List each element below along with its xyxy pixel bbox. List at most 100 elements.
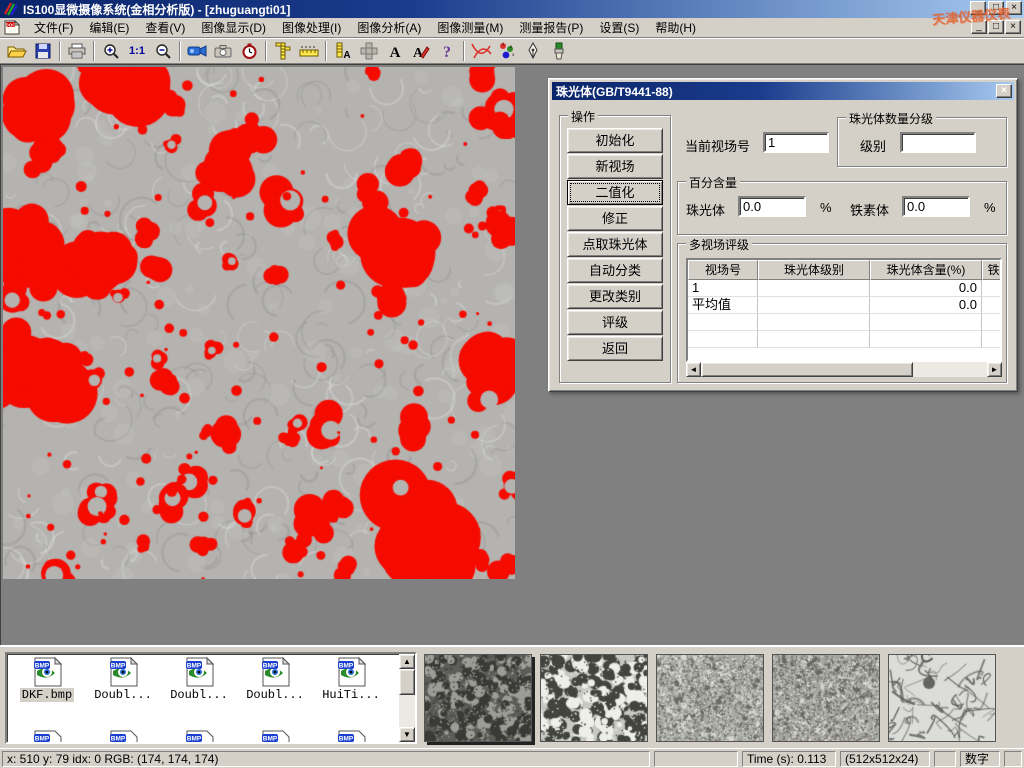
micrograph-image-binarized[interactable] (3, 67, 515, 579)
menu-file[interactable]: 文件(F) (26, 17, 81, 38)
pearlite-percent-input[interactable]: 0.0 (738, 196, 806, 217)
mdi-close-button[interactable]: × (1005, 20, 1021, 34)
bmp-file-icon: BMP (183, 657, 215, 687)
edit-annotation-icon[interactable]: A (408, 40, 434, 62)
dialog-title: 珠光体(GB/T9441-88) (556, 83, 673, 100)
pen-tool-icon[interactable] (520, 40, 546, 62)
caliper-icon[interactable] (270, 40, 296, 62)
zoom-in-icon[interactable] (98, 40, 124, 62)
thumbnail-micrograph-2[interactable] (540, 654, 648, 742)
menu-view[interactable]: 查看(V) (137, 17, 193, 38)
status-empty-panel (934, 751, 956, 767)
correct-button[interactable]: 修正 (567, 206, 663, 231)
scroll-up-icon[interactable]: ▲ (399, 654, 415, 669)
file-name[interactable]: DKF.bmp (20, 688, 74, 702)
file-item[interactable]: BMP (11, 730, 83, 744)
dialog-close-button[interactable]: × (996, 84, 1012, 98)
menu-settings[interactable]: 设置(S) (591, 17, 647, 38)
menu-image-display[interactable]: 图像显示(D) (193, 17, 274, 38)
dialog-title-bar[interactable]: 珠光体(GB/T9441-88) × (552, 82, 1014, 100)
new-field-button[interactable]: 新视场 (567, 154, 663, 179)
scrollbar-thumb[interactable] (399, 669, 415, 695)
ferrite-label: 铁素体 (850, 200, 889, 219)
col-pearlite-content[interactable]: 珠光体含量(%) (870, 260, 982, 280)
initialize-button[interactable]: 初始化 (567, 128, 663, 153)
thumbnail-micrograph-1[interactable] (424, 654, 532, 742)
file-item[interactable]: BMP Doubl... (239, 657, 311, 702)
menu-image-processing[interactable]: 图像处理(I) (274, 17, 349, 38)
file-item[interactable]: BMP (87, 730, 159, 744)
file-name[interactable]: Doubl... (244, 688, 306, 702)
ruler-icon[interactable] (296, 40, 322, 62)
menu-image-measure[interactable]: 图像测量(M) (429, 17, 511, 38)
menu-edit[interactable]: 编辑(E) (81, 17, 137, 38)
table-horizontal-scrollbar[interactable]: ◄ ► (686, 362, 1002, 377)
scroll-down-icon[interactable]: ▼ (399, 727, 415, 742)
scroll-right-icon[interactable]: ► (987, 362, 1002, 377)
toolbar-separator (463, 41, 465, 61)
file-name[interactable]: HuiTi... (320, 688, 382, 702)
return-button[interactable]: 返回 (567, 336, 663, 361)
col-pearlite-level[interactable]: 珠光体级别 (758, 260, 870, 280)
file-list[interactable]: BMP DKF.bmp BMP Doubl... BMP Doubl... BM… (5, 652, 417, 744)
percent-group: 百分含量 珠光体 0.0 % 铁素体 0.0 % (677, 181, 1007, 235)
pick-pearlite-button[interactable]: 点取珠光体 (567, 232, 663, 257)
menu-help[interactable]: 帮助(H) (647, 17, 704, 38)
measure-label-icon[interactable]: A (330, 40, 356, 62)
ferrite-percent-input[interactable]: 0.0 (902, 196, 970, 217)
col-ferrite-content[interactable]: 铁素体含量(%) (982, 260, 1002, 280)
menu-measure-report[interactable]: 测量报告(P) (511, 17, 591, 38)
actual-size-icon[interactable]: 1:1 (124, 40, 150, 62)
file-item[interactable]: BMP (239, 730, 311, 744)
rate-button[interactable]: 评级 (567, 310, 663, 335)
thumbnail-micrograph-3[interactable] (656, 654, 764, 742)
snapshot-camera-icon[interactable] (210, 40, 236, 62)
zoom-out-icon[interactable] (150, 40, 176, 62)
grid-cross-icon[interactable] (356, 40, 382, 62)
save-icon[interactable] (30, 40, 56, 62)
change-class-button[interactable]: 更改类别 (567, 284, 663, 309)
elapsed-time-readout: Time (s): 0.113 (742, 751, 836, 767)
file-name[interactable]: Doubl... (168, 688, 230, 702)
file-item[interactable]: BMP (315, 730, 387, 744)
scroll-left-icon[interactable]: ◄ (686, 362, 701, 377)
cell-field-number: 平均值 (688, 297, 758, 314)
level-input[interactable] (900, 132, 976, 153)
help-icon[interactable]: ? (434, 40, 460, 62)
file-item[interactable]: BMP HuiTi... (315, 657, 387, 702)
col-field-number[interactable]: 视场号 (688, 260, 758, 280)
menu-bar: DOC 文件(F) 编辑(E) 查看(V) 图像显示(D) 图像处理(I) 图像… (0, 18, 1024, 38)
open-file-icon[interactable] (4, 40, 30, 62)
scrollbar-thumb[interactable] (701, 362, 913, 377)
timer-clock-icon[interactable] (236, 40, 262, 62)
binarize-button[interactable]: 二值化 (567, 180, 663, 205)
video-capture-icon[interactable] (184, 40, 210, 62)
file-name[interactable]: Doubl... (92, 688, 154, 702)
classify-dots-icon[interactable]: 123 (494, 40, 520, 62)
curve-tool-icon[interactable] (468, 40, 494, 62)
brush-tool-icon[interactable] (546, 40, 572, 62)
svg-text:BMP: BMP (111, 663, 126, 670)
file-item[interactable]: BMP Doubl... (87, 657, 159, 702)
bmp-file-icon: BMP (183, 730, 215, 744)
toolbar-separator (325, 41, 327, 61)
auto-classify-button[interactable]: 自动分类 (567, 258, 663, 283)
print-icon[interactable] (64, 40, 90, 62)
file-item[interactable]: BMP (163, 730, 235, 744)
rating-table[interactable]: 视场号 珠光体级别 珠光体含量(%) 铁素体含量(%) 1 0.0 平均值 0.… (686, 258, 1002, 362)
table-row-average[interactable]: 平均值 0.0 (688, 297, 1000, 314)
file-list-scrollbar[interactable]: ▲ ▼ (399, 654, 415, 742)
file-item[interactable]: BMP DKF.bmp (11, 657, 83, 702)
table-header-row: 视场号 珠光体级别 珠光体含量(%) 铁素体含量(%) (688, 260, 1000, 280)
file-item[interactable]: BMP Doubl... (163, 657, 235, 702)
level-label: 级别 (860, 136, 886, 155)
current-field-input[interactable]: 1 (763, 132, 829, 153)
thumbnail-micrograph-4[interactable] (772, 654, 880, 742)
text-annotation-icon[interactable]: A (382, 40, 408, 62)
bmp-file-icon: BMP (107, 730, 139, 744)
document-icon: DOC (4, 20, 20, 35)
table-row[interactable]: 1 0.0 (688, 280, 1000, 297)
menu-image-analysis[interactable]: 图像分析(A) (349, 17, 429, 38)
svg-text:BMP: BMP (187, 663, 202, 670)
thumbnail-micrograph-5[interactable] (888, 654, 996, 742)
